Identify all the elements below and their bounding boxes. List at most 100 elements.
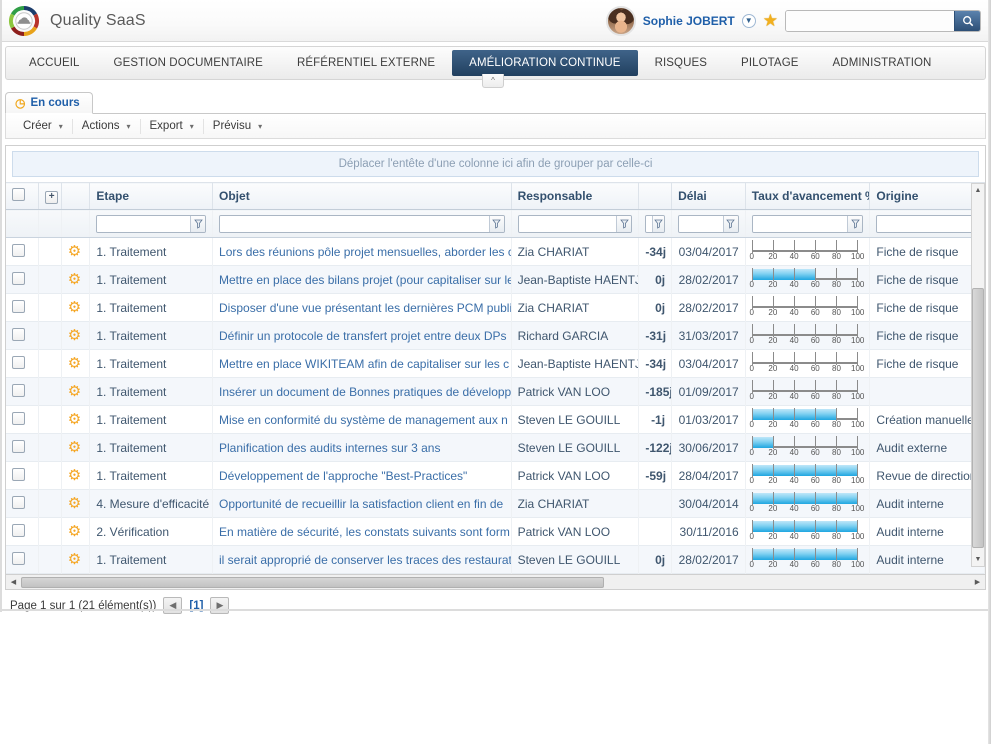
search-input[interactable]	[786, 10, 954, 31]
checkbox-unchecked-icon[interactable]	[12, 495, 25, 509]
table-row[interactable]: ⚙ 1. Traitement Insérer un document de Bon…	[6, 377, 985, 406]
th-taux[interactable]: Taux d'avancement %	[745, 182, 871, 210]
toolbar-creer[interactable]: Créer ▾	[14, 118, 73, 134]
filter-icon[interactable]	[616, 215, 632, 232]
cell-objet[interactable]: Insérer un document de Bonnes pratiques …	[212, 377, 512, 406]
objet-link[interactable]: Développement de l'approche "Best-Practi…	[219, 469, 467, 483]
vertical-scroll-thumb[interactable]	[972, 288, 984, 548]
filter-icon[interactable]	[652, 215, 665, 232]
objet-link[interactable]: Opportunité de recueillir la satisfactio…	[219, 497, 503, 511]
table-row[interactable]: ⚙ 1. Traitement Développement de l'approch…	[6, 461, 985, 490]
checkbox-unchecked-icon[interactable]	[12, 523, 25, 537]
toolbar-export[interactable]: Export ▾	[141, 118, 204, 134]
toolbar-actions[interactable]: Actions ▾	[73, 118, 141, 134]
nav-item-risques[interactable]: RISQUES	[638, 47, 724, 79]
nav-item-administration[interactable]: ADMINISTRATION	[816, 47, 949, 79]
filter-icon[interactable]	[847, 215, 863, 232]
grid-vertical-scrollbar[interactable]: ▲ ▼	[971, 183, 985, 567]
table-row[interactable]: ⚙ 1. Traitement Définir un protocole de tr…	[6, 321, 985, 350]
table-row[interactable]: ⚙ 1. Traitement Lors des réunions pôle pro…	[6, 237, 985, 266]
gear-icon[interactable]: ⚙	[68, 495, 81, 512]
gear-icon[interactable]: ⚙	[68, 243, 81, 260]
horizontal-scroll-thumb[interactable]	[21, 576, 604, 588]
table-row[interactable]: ⚙ 2. Vérification En matière de sécurité, …	[6, 517, 985, 546]
cell-objet[interactable]: Lors des réunions pôle projet mensuelles…	[212, 237, 512, 266]
filter-input-responsable[interactable]	[518, 215, 617, 232]
objet-link[interactable]: Définir un protocole de transfert projet…	[219, 329, 506, 343]
chevron-up-icon[interactable]: ^	[482, 74, 504, 88]
objet-link[interactable]: il serait approprié de conserver les tra…	[219, 553, 510, 567]
plus-box-icon[interactable]: +	[45, 190, 59, 204]
objet-link[interactable]: Mettre en place des bilans projet (pour …	[219, 273, 510, 287]
cell-objet[interactable]: Opportunité de recueillir la satisfactio…	[212, 489, 512, 518]
gear-icon[interactable]: ⚙	[68, 299, 81, 316]
gear-icon[interactable]: ⚙	[68, 467, 81, 484]
nav-item-referentiel-externe[interactable]: RÉFÉRENTIEL EXTERNE	[280, 47, 452, 79]
gear-icon[interactable]: ⚙	[68, 439, 81, 456]
th-etape[interactable]: Etape	[89, 182, 214, 210]
cell-objet[interactable]: En matière de sécurité, les constats sui…	[212, 517, 512, 546]
cell-objet[interactable]: Mettre en place des bilans projet (pour …	[212, 265, 512, 294]
logo-area[interactable]: Quality SaaS	[0, 5, 146, 37]
filter-input-etape[interactable]	[97, 215, 191, 232]
checkbox-unchecked-icon[interactable]	[12, 355, 25, 369]
scroll-right-icon[interactable]: ▶	[970, 576, 985, 589]
table-row[interactable]: ⚙ 1. Traitement Disposer d'une vue présent…	[6, 293, 985, 322]
objet-link[interactable]: Insérer un document de Bonnes pratiques …	[219, 385, 510, 399]
th-retard[interactable]	[638, 182, 673, 210]
search-icon[interactable]	[954, 10, 980, 31]
avatar[interactable]	[605, 5, 636, 36]
star-icon[interactable]: ★	[763, 12, 778, 29]
cell-objet[interactable]: Planification des audits internes sur 3 …	[212, 433, 512, 462]
cell-objet[interactable]: Disposer d'une vue présentant les derniè…	[212, 293, 512, 322]
nav-item-amelioration-continue[interactable]: AMÉLIORATION CONTINUE	[452, 50, 638, 76]
checkbox-unchecked-icon[interactable]	[12, 383, 25, 397]
table-row[interactable]: ⚙ 1. Traitement Planification des audits i…	[6, 433, 985, 462]
th-responsable[interactable]: Responsable	[511, 182, 640, 210]
gear-icon[interactable]: ⚙	[68, 411, 81, 428]
table-row[interactable]: ⚙ 1. Traitement Mettre en place WIKITEAM a…	[6, 349, 985, 378]
scroll-up-icon[interactable]: ▲	[972, 184, 984, 197]
grid-horizontal-scrollbar[interactable]: ◀ ▶	[5, 575, 986, 590]
filter-icon[interactable]	[190, 215, 206, 232]
user-name[interactable]: Sophie JOBERT	[643, 14, 735, 28]
toolbar-previsu[interactable]: Prévisu ▾	[204, 119, 271, 134]
table-row[interactable]: ⚙ 1. Traitement Mettre en place des bilans…	[6, 265, 985, 294]
checkbox-unchecked-icon[interactable]	[12, 411, 25, 425]
th-delai[interactable]: Délai	[671, 182, 746, 210]
nav-item-gestion-documentaire[interactable]: GESTION DOCUMENTAIRE	[97, 47, 280, 79]
th-origine[interactable]: Origine	[869, 182, 985, 210]
filter-icon[interactable]	[488, 215, 504, 232]
table-row[interactable]: ⚙ 4. Mesure d'efficacité Opportunité de re…	[6, 489, 985, 518]
cell-objet[interactable]: il serait approprié de conserver les tra…	[212, 545, 512, 574]
filter-input-taux[interactable]	[752, 215, 848, 232]
checkbox-unchecked-icon[interactable]	[12, 551, 25, 565]
filter-input-delai[interactable]	[679, 215, 723, 232]
gear-icon[interactable]: ⚙	[68, 355, 81, 372]
objet-link[interactable]: Mettre en place WIKITEAM afin de capital…	[219, 357, 509, 371]
objet-link[interactable]: Lors des réunions pôle projet mensuelles…	[219, 245, 510, 259]
table-row[interactable]: ⚙ 1. Traitement il serait approprié de con…	[6, 545, 985, 574]
checkbox-unchecked-icon[interactable]	[12, 243, 25, 257]
filter-input-objet[interactable]	[220, 215, 489, 232]
checkbox-unchecked-icon[interactable]	[12, 299, 25, 313]
chevron-down-circle-icon[interactable]: ▼	[741, 13, 756, 28]
filter-icon[interactable]	[722, 215, 738, 232]
filter-input-origine[interactable]	[877, 215, 977, 232]
chevron-left-icon[interactable]: ◀	[163, 597, 183, 614]
cell-objet[interactable]: Mise en conformité du système de managem…	[212, 405, 512, 434]
gear-icon[interactable]: ⚙	[68, 327, 81, 344]
objet-link[interactable]: En matière de sécurité, les constats sui…	[219, 525, 510, 539]
checkbox-unchecked-icon[interactable]	[12, 188, 25, 201]
group-by-dropzone[interactable]: Déplacer l'entête d'une colonne ici afin…	[12, 151, 979, 177]
nav-item-pilotage[interactable]: PILOTAGE	[724, 47, 815, 79]
nav-item-accueil[interactable]: ACCUEIL	[12, 47, 97, 79]
gear-icon[interactable]: ⚙	[68, 271, 81, 288]
scroll-down-icon[interactable]: ▼	[972, 553, 984, 566]
cell-objet[interactable]: Définir un protocole de transfert projet…	[212, 321, 512, 350]
scroll-left-icon[interactable]: ◀	[6, 576, 21, 589]
gear-icon[interactable]: ⚙	[68, 383, 81, 400]
th-objet[interactable]: Objet	[212, 182, 512, 210]
chevron-right-icon[interactable]: ▶	[210, 597, 230, 614]
checkbox-unchecked-icon[interactable]	[12, 467, 25, 481]
